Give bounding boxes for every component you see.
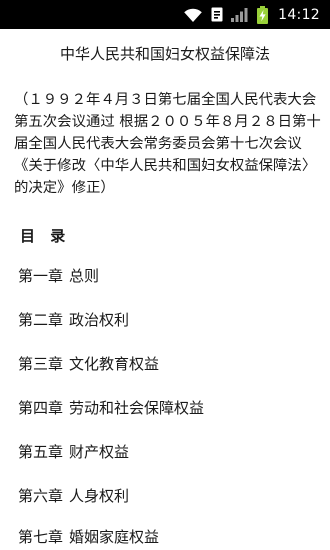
toc-heading: 目 录 — [20, 227, 71, 245]
toc-item-chapter-6[interactable]: 第六章 人身权利 — [18, 485, 129, 507]
signal-icon — [231, 0, 249, 29]
toc-item-chapter-name: 人身权利 — [69, 487, 130, 505]
toc-item-chapter-1[interactable]: 第一章 总则 — [18, 265, 99, 287]
toc-item-chapter-name: 文化教育权益 — [69, 355, 160, 373]
battery-charging-icon — [257, 0, 269, 29]
document-note: （１９９２年４月３日第七届全国人民代表大会第五次会议通过 根据２００５年８月２８… — [14, 92, 321, 196]
wifi-icon — [183, 0, 203, 29]
document-title: 中华人民共和国妇女权益保障法 — [59, 45, 270, 63]
toc-item-chapter-number: 第一章 — [18, 267, 64, 285]
toc-item-chapter-number: 第二章 — [18, 311, 64, 329]
toc-item-chapter-name: 总则 — [69, 267, 100, 285]
toc-item-chapter-name: 财产权益 — [69, 443, 130, 461]
toc-item-chapter-name: 政治权利 — [69, 311, 130, 329]
toc-item-chapter-5[interactable]: 第五章 财产权益 — [18, 441, 129, 463]
document-view[interactable]: 中华人民共和国妇女权益保障法 （１９９２年４月３日第七届全国人民代表大会第五次会… — [0, 29, 330, 550]
toc-item-chapter-3[interactable]: 第三章 文化教育权益 — [18, 353, 159, 375]
toc-item-chapter-number: 第七章 — [18, 528, 64, 546]
toc-item-chapter-name: 劳动和社会保障权益 — [69, 399, 205, 417]
status-bar: 14:12 — [0, 0, 330, 29]
toc-item-chapter-number: 第六章 — [18, 487, 64, 505]
toc-item-chapter-name: 婚姻家庭权益 — [69, 528, 160, 546]
toc-item-chapter-number: 第三章 — [18, 355, 64, 373]
notification-icon — [211, 0, 223, 29]
toc-item-chapter-2[interactable]: 第二章 政治权利 — [18, 309, 129, 331]
toc-item-chapter-number: 第四章 — [18, 399, 64, 417]
status-time: 14:12 — [278, 6, 320, 23]
toc-item-chapter-7[interactable]: 第七章 婚姻家庭权益 — [18, 526, 159, 548]
toc-item-chapter-4[interactable]: 第四章 劳动和社会保障权益 — [18, 397, 204, 419]
toc-item-chapter-number: 第五章 — [18, 443, 64, 461]
